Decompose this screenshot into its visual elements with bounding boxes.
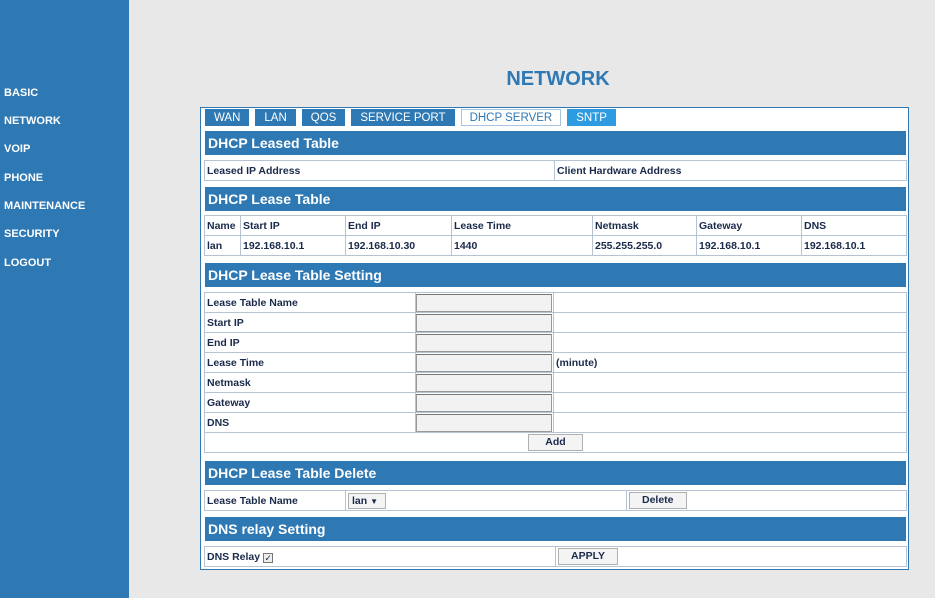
tab-service-port[interactable]: SERVICE PORT xyxy=(351,109,455,126)
field-label: Start IP xyxy=(204,312,416,333)
leased-table-header: DHCP Leased Table xyxy=(205,131,906,155)
dns-relay-checkbox[interactable]: ✓ xyxy=(263,552,274,563)
leased-table: Leased IP Address Client Hardware Addres… xyxy=(204,160,907,181)
tab-sntp[interactable]: SNTP xyxy=(567,109,616,126)
cell-name: lan xyxy=(204,235,241,256)
lease-delete-header: DHCP Lease Table Delete xyxy=(205,461,906,485)
delete-cell: Delete xyxy=(626,490,907,511)
table-row: Netmask xyxy=(204,372,907,393)
end-ip-input[interactable] xyxy=(416,333,552,352)
table-row: End IP xyxy=(204,332,907,353)
apply-button[interactable]: APPLY xyxy=(558,548,619,565)
dns-input[interactable] xyxy=(416,413,552,432)
field-cell xyxy=(415,372,554,393)
cell-lease-time: 1440 xyxy=(451,235,593,256)
table-row: DNS Relay ✓ APPLY xyxy=(204,546,907,567)
field-cell xyxy=(415,352,554,373)
field-label: Lease Time xyxy=(204,352,416,373)
nav-maintenance[interactable]: MAINTENANCE xyxy=(4,200,85,212)
field-suffix xyxy=(553,412,907,433)
field-suffix xyxy=(553,392,907,413)
col-end-ip-header: End IP xyxy=(345,215,452,236)
field-suffix xyxy=(553,292,907,313)
lease-delete-table: Lease Table Name lan ▼ Delete xyxy=(204,490,907,511)
leased-ip-header: Leased IP Address xyxy=(204,160,555,181)
dns-relay-table: DNS Relay ✓ APPLY xyxy=(204,546,907,567)
lease-table-name-input[interactable] xyxy=(416,293,552,312)
cell-gateway: 192.168.10.1 xyxy=(696,235,802,256)
field-label: Lease Table Name xyxy=(204,292,416,313)
cell-netmask: 255.255.255.0 xyxy=(592,235,697,256)
field-cell xyxy=(415,292,554,313)
nav-security[interactable]: SECURITY xyxy=(4,228,60,240)
col-netmask-header: Netmask xyxy=(592,215,697,236)
gateway-input[interactable] xyxy=(416,393,552,412)
table-row: Lease Table Name xyxy=(204,292,907,313)
lease-setting-header: DHCP Lease Table Setting xyxy=(205,263,906,287)
field-suffix xyxy=(553,312,907,333)
field-cell xyxy=(415,332,554,353)
col-start-ip-header: Start IP xyxy=(240,215,346,236)
nav-network[interactable]: NETWORK xyxy=(4,115,61,127)
table-row: DNS xyxy=(204,412,907,433)
cell-start-ip: 192.168.10.1 xyxy=(240,235,346,256)
table-row: Gateway xyxy=(204,392,907,413)
col-dns-header: DNS xyxy=(801,215,907,236)
col-name-header: Name xyxy=(204,215,241,236)
table-row: Add xyxy=(204,432,907,453)
tab-lan[interactable]: LAN xyxy=(255,109,296,126)
cell-end-ip: 192.168.10.30 xyxy=(345,235,452,256)
add-row: Add xyxy=(204,432,907,453)
nav-phone[interactable]: PHONE xyxy=(4,172,43,184)
lease-setting-table: Lease Table Name Start IP End IP Lease T… xyxy=(204,292,907,453)
apply-cell: APPLY xyxy=(555,546,907,567)
page-title: NETWORK xyxy=(506,68,610,90)
lease-time-unit: (minute) xyxy=(553,352,907,373)
lease-table-select[interactable]: lan ▼ xyxy=(348,492,386,509)
start-ip-input[interactable] xyxy=(416,313,552,332)
field-suffix xyxy=(553,332,907,353)
client-hw-header: Client Hardware Address xyxy=(554,160,907,181)
table-row: lan 192.168.10.1 192.168.10.30 1440 255.… xyxy=(204,235,907,256)
table-row: Leased IP Address Client Hardware Addres… xyxy=(204,160,907,181)
lease-delete-label: Lease Table Name xyxy=(204,490,346,511)
dns-relay-label: DNS Relay xyxy=(207,550,261,563)
nav-logout[interactable]: LOGOUT xyxy=(4,257,51,269)
network-panel: WAN LAN QOS SERVICE PORT DHCP SERVER SNT… xyxy=(200,107,909,570)
field-cell xyxy=(415,412,554,433)
tab-bar: WAN LAN QOS SERVICE PORT DHCP SERVER SNT… xyxy=(205,109,622,127)
col-gateway-header: Gateway xyxy=(696,215,802,236)
field-suffix xyxy=(553,372,907,393)
table-row: Lease Table Name lan ▼ Delete xyxy=(204,490,907,511)
tab-dhcp-server[interactable]: DHCP SERVER xyxy=(460,109,562,126)
field-cell xyxy=(415,312,554,333)
add-button[interactable]: Add xyxy=(528,434,583,451)
field-label: Gateway xyxy=(204,392,416,413)
field-cell xyxy=(415,392,554,413)
chevron-down-icon: ▼ xyxy=(370,496,379,506)
nav-basic[interactable]: BASIC xyxy=(4,87,38,99)
select-value: lan xyxy=(352,494,368,507)
lease-table-header: DHCP Lease Table xyxy=(205,187,906,211)
field-label: End IP xyxy=(204,332,416,353)
table-row: Start IP xyxy=(204,312,907,333)
col-lease-time-header: Lease Time xyxy=(451,215,593,236)
table-row: Lease Time (minute) xyxy=(204,352,907,373)
dns-relay-header: DNS relay Setting xyxy=(205,517,906,541)
cell-dns: 192.168.10.1 xyxy=(801,235,907,256)
table-row: Name Start IP End IP Lease Time Netmask … xyxy=(204,215,907,236)
tab-wan[interactable]: WAN xyxy=(205,109,250,126)
delete-button[interactable]: Delete xyxy=(629,492,687,509)
netmask-input[interactable] xyxy=(416,373,552,392)
lease-table: Name Start IP End IP Lease Time Netmask … xyxy=(204,215,907,256)
sidebar: BASIC NETWORK VOIP PHONE MAINTENANCE SEC… xyxy=(0,0,129,598)
field-label: Netmask xyxy=(204,372,416,393)
lease-time-input[interactable] xyxy=(416,353,552,372)
field-label: DNS xyxy=(204,412,416,433)
lease-select-cell: lan ▼ xyxy=(345,490,627,511)
dns-relay-cell: DNS Relay ✓ xyxy=(204,546,556,567)
nav-voip[interactable]: VOIP xyxy=(4,143,30,155)
tab-qos[interactable]: QOS xyxy=(301,109,346,126)
